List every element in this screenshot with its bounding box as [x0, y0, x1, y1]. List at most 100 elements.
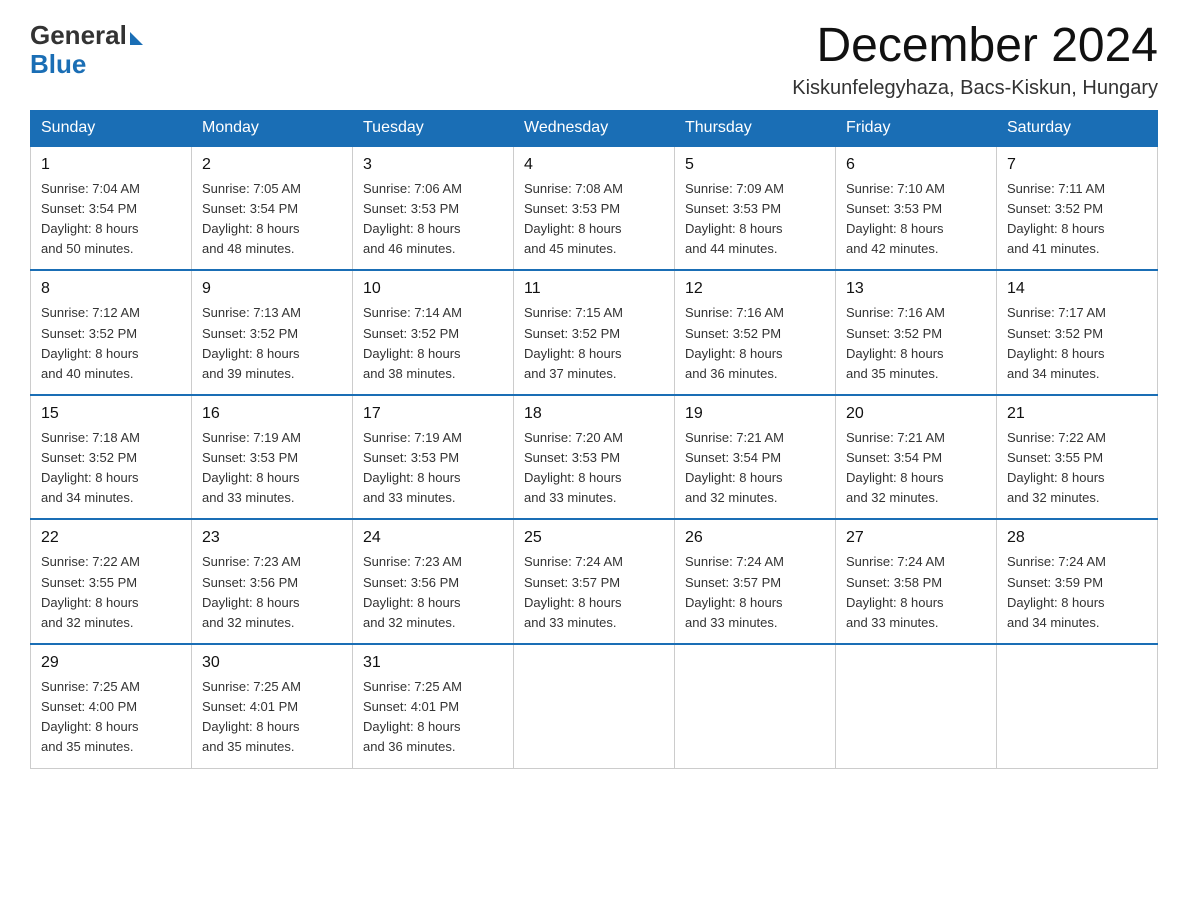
- calendar-cell: 20Sunrise: 7:21 AMSunset: 3:54 PMDayligh…: [836, 395, 997, 520]
- day-number: 3: [363, 153, 503, 177]
- page-subtitle: Kiskunfelegyhaza, Bacs-Kiskun, Hungary: [792, 77, 1158, 100]
- day-number: 6: [846, 153, 986, 177]
- day-number: 25: [524, 526, 664, 550]
- calendar-cell: 17 Sunrise: 7:19 AMSunset: 3:53 PMDayligh…: [353, 395, 514, 520]
- logo: General Blue: [30, 20, 143, 80]
- calendar-cell: 10Sunrise: 7:14 AMSunset: 3:52 PMDayligh…: [353, 270, 514, 395]
- day-info: Sunrise: 7:24 AMSunset: 3:57 PMDaylight:…: [685, 554, 784, 629]
- day-info: Sunrise: 7:15 AMSunset: 3:52 PMDaylight:…: [524, 305, 623, 380]
- day-number: 12: [685, 277, 825, 301]
- calendar-cell: 29 Sunrise: 7:25 AMSunset: 4:00 PMDayligh…: [31, 644, 192, 768]
- calendar-cell: 25Sunrise: 7:24 AMSunset: 3:57 PMDayligh…: [514, 519, 675, 644]
- day-number: 5: [685, 153, 825, 177]
- calendar-cell: 21Sunrise: 7:22 AMSunset: 3:55 PMDayligh…: [997, 395, 1158, 520]
- day-info: Sunrise: 7:20 AMSunset: 3:53 PMDaylight:…: [524, 430, 623, 505]
- calendar-cell: 28Sunrise: 7:24 AMSunset: 3:59 PMDayligh…: [997, 519, 1158, 644]
- calendar-cell: 6 Sunrise: 7:10 AMSunset: 3:53 PMDaylight…: [836, 146, 997, 271]
- logo-general-text: General: [30, 20, 127, 51]
- day-number: 18: [524, 402, 664, 426]
- calendar-cell: 9 Sunrise: 7:13 AMSunset: 3:52 PMDaylight…: [192, 270, 353, 395]
- day-number: 23: [202, 526, 342, 550]
- day-info: Sunrise: 7:06 AMSunset: 3:53 PMDaylight:…: [363, 181, 462, 256]
- day-number: 26: [685, 526, 825, 550]
- calendar-cell: 18 Sunrise: 7:20 AMSunset: 3:53 PMDayligh…: [514, 395, 675, 520]
- day-info: Sunrise: 7:22 AMSunset: 3:55 PMDaylight:…: [41, 554, 140, 629]
- calendar-table: SundayMondayTuesdayWednesdayThursdayFrid…: [30, 110, 1158, 769]
- day-info: Sunrise: 7:17 AMSunset: 3:52 PMDaylight:…: [1007, 305, 1106, 380]
- calendar-cell: 22 Sunrise: 7:22 AMSunset: 3:55 PMDayligh…: [31, 519, 192, 644]
- day-info: Sunrise: 7:16 AMSunset: 3:52 PMDaylight:…: [846, 305, 945, 380]
- calendar-cell: 12 Sunrise: 7:16 AMSunset: 3:52 PMDayligh…: [675, 270, 836, 395]
- day-info: Sunrise: 7:23 AMSunset: 3:56 PMDaylight:…: [202, 554, 301, 629]
- day-number: 7: [1007, 153, 1147, 177]
- header-tuesday: Tuesday: [353, 110, 514, 146]
- logo-blue-text: Blue: [30, 49, 86, 80]
- calendar-cell: 3 Sunrise: 7:06 AMSunset: 3:53 PMDaylight…: [353, 146, 514, 271]
- day-number: 28: [1007, 526, 1147, 550]
- calendar-cell: 24 Sunrise: 7:23 AMSunset: 3:56 PMDayligh…: [353, 519, 514, 644]
- day-info: Sunrise: 7:25 AMSunset: 4:00 PMDaylight:…: [41, 679, 140, 754]
- day-info: Sunrise: 7:11 AMSunset: 3:52 PMDaylight:…: [1007, 181, 1105, 256]
- day-number: 2: [202, 153, 342, 177]
- day-number: 11: [524, 277, 664, 301]
- week-row-4: 22 Sunrise: 7:22 AMSunset: 3:55 PMDayligh…: [31, 519, 1158, 644]
- day-number: 17: [363, 402, 503, 426]
- day-number: 13: [846, 277, 986, 301]
- day-number: 27: [846, 526, 986, 550]
- calendar-cell: 7 Sunrise: 7:11 AMSunset: 3:52 PMDaylight…: [997, 146, 1158, 271]
- day-info: Sunrise: 7:23 AMSunset: 3:56 PMDaylight:…: [363, 554, 462, 629]
- day-number: 14: [1007, 277, 1147, 301]
- header-saturday: Saturday: [997, 110, 1158, 146]
- week-row-3: 15 Sunrise: 7:18 AMSunset: 3:52 PMDayligh…: [31, 395, 1158, 520]
- title-area: December 2024 Kiskunfelegyhaza, Bacs-Kis…: [792, 20, 1158, 100]
- page-title: December 2024: [792, 20, 1158, 73]
- calendar-cell: 8 Sunrise: 7:12 AMSunset: 3:52 PMDaylight…: [31, 270, 192, 395]
- day-number: 31: [363, 651, 503, 675]
- calendar-cell: 23 Sunrise: 7:23 AMSunset: 3:56 PMDayligh…: [192, 519, 353, 644]
- calendar-cell: 19Sunrise: 7:21 AMSunset: 3:54 PMDayligh…: [675, 395, 836, 520]
- day-number: 24: [363, 526, 503, 550]
- day-info: Sunrise: 7:19 AMSunset: 3:53 PMDaylight:…: [363, 430, 462, 505]
- calendar-cell: 14 Sunrise: 7:17 AMSunset: 3:52 PMDayligh…: [997, 270, 1158, 395]
- day-info: Sunrise: 7:08 AMSunset: 3:53 PMDaylight:…: [524, 181, 623, 256]
- day-number: 16: [202, 402, 342, 426]
- logo-arrow-icon: [130, 32, 143, 45]
- day-info: Sunrise: 7:13 AMSunset: 3:52 PMDaylight:…: [202, 305, 301, 380]
- calendar-cell: 26 Sunrise: 7:24 AMSunset: 3:57 PMDayligh…: [675, 519, 836, 644]
- day-info: Sunrise: 7:05 AMSunset: 3:54 PMDaylight:…: [202, 181, 301, 256]
- day-info: Sunrise: 7:22 AMSunset: 3:55 PMDaylight:…: [1007, 430, 1106, 505]
- day-info: Sunrise: 7:25 AMSunset: 4:01 PMDaylight:…: [363, 679, 462, 754]
- header-monday: Monday: [192, 110, 353, 146]
- header-thursday: Thursday: [675, 110, 836, 146]
- calendar-cell: 4 Sunrise: 7:08 AMSunset: 3:53 PMDaylight…: [514, 146, 675, 271]
- day-info: Sunrise: 7:16 AMSunset: 3:52 PMDaylight:…: [685, 305, 784, 380]
- day-info: Sunrise: 7:18 AMSunset: 3:52 PMDaylight:…: [41, 430, 140, 505]
- day-info: Sunrise: 7:10 AMSunset: 3:53 PMDaylight:…: [846, 181, 945, 256]
- day-number: 29: [41, 651, 181, 675]
- day-number: 22: [41, 526, 181, 550]
- day-info: Sunrise: 7:25 AMSunset: 4:01 PMDaylight:…: [202, 679, 301, 754]
- header-friday: Friday: [836, 110, 997, 146]
- week-row-5: 29 Sunrise: 7:25 AMSunset: 4:00 PMDayligh…: [31, 644, 1158, 768]
- calendar-cell: 13 Sunrise: 7:16 AMSunset: 3:52 PMDayligh…: [836, 270, 997, 395]
- calendar-cell: 5Sunrise: 7:09 AMSunset: 3:53 PMDaylight…: [675, 146, 836, 271]
- calendar-cell: 1Sunrise: 7:04 AMSunset: 3:54 PMDaylight…: [31, 146, 192, 271]
- calendar-cell: [675, 644, 836, 768]
- day-info: Sunrise: 7:12 AMSunset: 3:52 PMDaylight:…: [41, 305, 140, 380]
- day-number: 9: [202, 277, 342, 301]
- day-number: 8: [41, 277, 181, 301]
- header-wednesday: Wednesday: [514, 110, 675, 146]
- calendar-cell: [836, 644, 997, 768]
- calendar-cell: 15 Sunrise: 7:18 AMSunset: 3:52 PMDayligh…: [31, 395, 192, 520]
- day-info: Sunrise: 7:04 AMSunset: 3:54 PMDaylight:…: [41, 181, 140, 256]
- header-sunday: Sunday: [31, 110, 192, 146]
- calendar-cell: 31 Sunrise: 7:25 AMSunset: 4:01 PMDayligh…: [353, 644, 514, 768]
- day-number: 30: [202, 651, 342, 675]
- calendar-cell: [997, 644, 1158, 768]
- week-row-2: 8 Sunrise: 7:12 AMSunset: 3:52 PMDaylight…: [31, 270, 1158, 395]
- calendar-cell: 30 Sunrise: 7:25 AMSunset: 4:01 PMDayligh…: [192, 644, 353, 768]
- day-info: Sunrise: 7:21 AMSunset: 3:54 PMDaylight:…: [685, 430, 784, 505]
- day-number: 4: [524, 153, 664, 177]
- day-number: 15: [41, 402, 181, 426]
- day-info: Sunrise: 7:14 AMSunset: 3:52 PMDaylight:…: [363, 305, 462, 380]
